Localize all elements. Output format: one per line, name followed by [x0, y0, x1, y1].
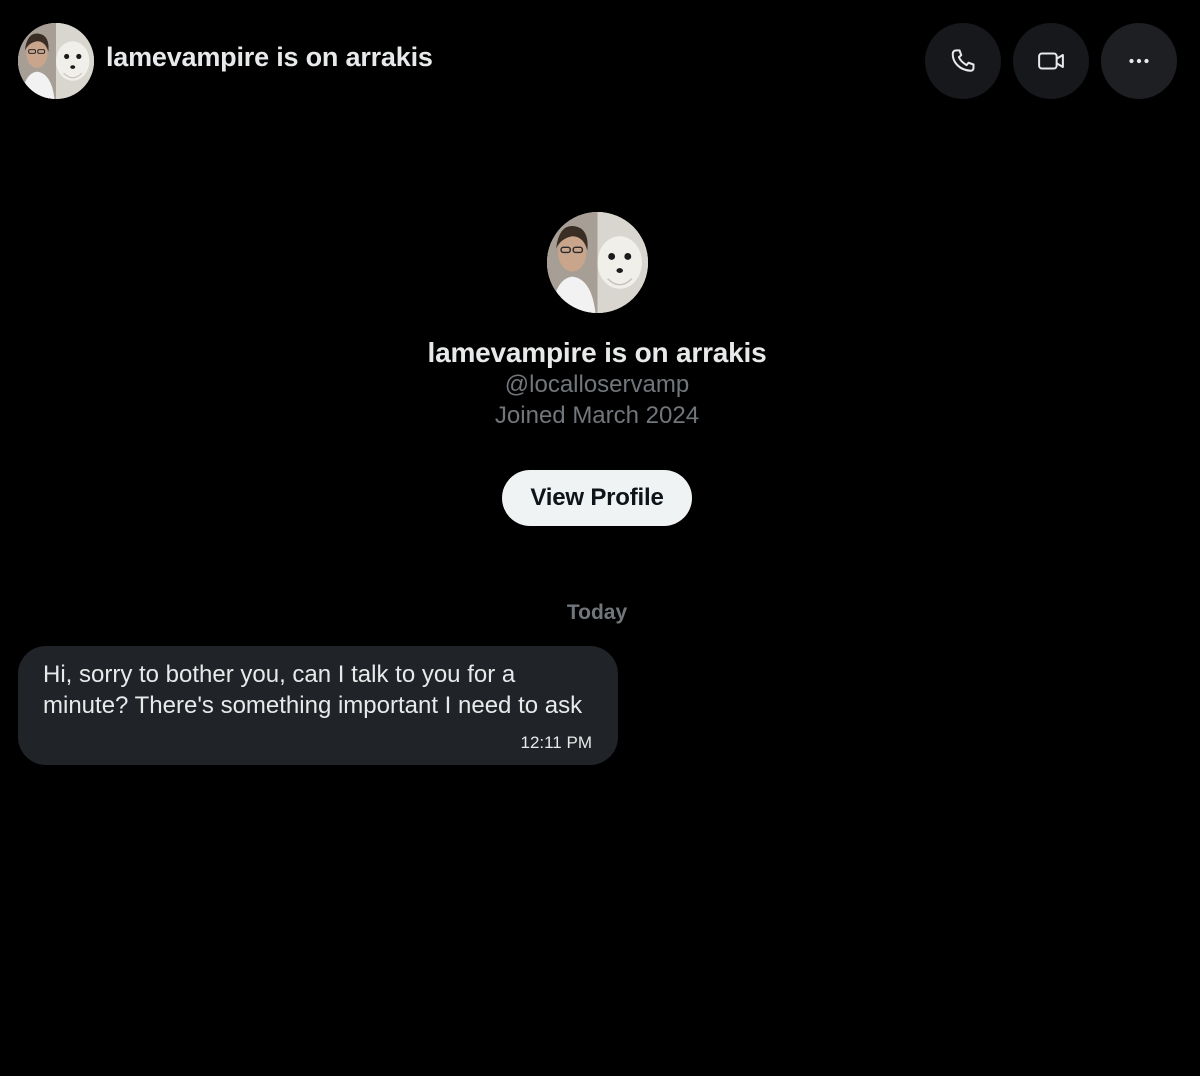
phone-icon	[951, 49, 975, 72]
avatar-image	[547, 212, 648, 313]
message-bubble[interactable]: Hi, sorry to bother you, can I talk to y…	[18, 646, 618, 765]
header-title: lamevampire is on arrakis	[106, 42, 433, 72]
conversation-header: lamevampire is on arrakis	[0, 0, 1200, 122]
profile-avatar[interactable]	[547, 212, 648, 313]
more-options-button[interactable]	[1101, 23, 1177, 99]
avatar-image	[18, 23, 94, 99]
view-profile-button[interactable]: View Profile	[502, 470, 692, 526]
video-call-button[interactable]	[1013, 23, 1089, 99]
message-timestamp: 12:11 PM	[520, 733, 592, 752]
message-text: Hi, sorry to bother you, can I talk to y…	[43, 661, 583, 719]
more-horizontal-icon	[1129, 58, 1149, 64]
video-camera-icon	[1038, 52, 1064, 70]
profile-handle: @localloservamp	[504, 371, 690, 398]
profile-joined-date: Joined March 2024	[494, 402, 700, 429]
call-button[interactable]	[925, 23, 1001, 99]
header-avatar[interactable]	[18, 23, 94, 99]
day-divider: Today	[566, 601, 628, 624]
profile-name: lamevampire is on arrakis	[427, 337, 767, 368]
